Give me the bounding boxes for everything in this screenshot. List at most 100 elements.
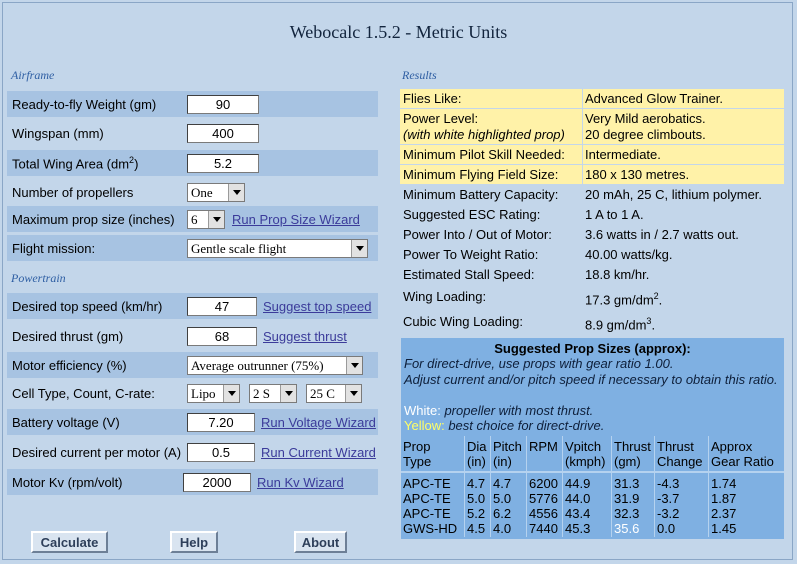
result-key: Power Into / Out of Motor: <box>403 227 552 242</box>
result-key: Suggested ESC Rating: <box>403 207 541 222</box>
prop-table-header: Gear Ratio <box>711 454 774 469</box>
result-value: 18.8 km/hr. <box>585 267 650 282</box>
airframe-heading: Airframe <box>11 68 55 82</box>
mission-select[interactable]: Gentle scale flight <box>187 238 368 258</box>
voltage-label: Battery voltage (V) <box>12 414 120 430</box>
prop-table-cell: 5776 <box>529 491 558 506</box>
prop-table-cell: 32.3 <box>614 506 640 521</box>
prop-table-cell: 6.2 <box>493 506 512 521</box>
thrust-row: Desired thrust (gm) 68 Suggest thrust <box>7 323 378 349</box>
propellers-select[interactable]: One <box>187 182 245 202</box>
voltage-wizard-link[interactable]: Run Voltage Wizard <box>261 415 376 430</box>
result-battery: Minimum Battery Capacity: 20 mAh, 25 C, … <box>400 185 784 204</box>
prop-table-header: Thrust <box>614 439 651 454</box>
result-value: Intermediate. <box>585 147 661 162</box>
mission-row: Flight mission: Gentle scale flight <box>7 235 378 261</box>
prop-legend-yellow: Yellow: best choice for direct-drive. <box>404 418 605 433</box>
wingspan-label: Wingspan (mm) <box>12 125 104 141</box>
prop-table-header: Thrust <box>657 439 694 454</box>
result-value: Advanced Glow Trainer. <box>585 91 724 106</box>
prop-table-header: (gm) <box>614 454 641 469</box>
prop-table-cell: 5.0 <box>467 491 486 506</box>
table-divider <box>654 436 655 537</box>
result-key: Flies Like: <box>403 91 462 106</box>
cell-type-select[interactable]: Lipo <box>187 383 240 403</box>
efficiency-label: Motor efficiency (%) <box>12 357 127 373</box>
chevron-down-icon <box>345 384 361 402</box>
suggest-top-speed-link[interactable]: Suggest top speed <box>263 299 371 314</box>
result-stall-speed: Estimated Stall Speed: 18.8 km/hr. <box>400 265 784 284</box>
prop-table-cell: 5.0 <box>493 491 512 506</box>
chevron-down-icon <box>346 356 362 374</box>
wing-area-row: Total Wing Area (dm2) 5.2 <box>7 150 378 176</box>
page-title: Webocalc 1.5.2 - Metric Units <box>289 22 508 42</box>
current-label: Desired current per motor (A) <box>12 444 182 460</box>
wingspan-input[interactable]: 400 <box>187 123 259 143</box>
prop-table-header: RPM <box>529 439 558 454</box>
prop-table-cell: APC-TE <box>403 506 451 521</box>
result-key-note: (with white highlighted prop) <box>403 127 565 142</box>
prop-note-gear: For direct-drive, use props with gear ra… <box>404 356 674 371</box>
prop-table-header: Approx <box>711 439 753 454</box>
result-value: 17.3 gm/dm2. <box>585 291 663 308</box>
prop-table-cell: 0.0 <box>657 521 676 536</box>
result-flies-like: Flies Like: Advanced Glow Trainer. <box>400 89 784 108</box>
suggest-thrust-link[interactable]: Suggest thrust <box>263 329 347 344</box>
cell-crate-select[interactable]: 25 C <box>306 383 362 403</box>
result-value: 180 x 130 metres. <box>585 167 690 182</box>
table-divider <box>490 436 491 537</box>
current-row: Desired current per motor (A) 0.5 Run Cu… <box>7 439 378 465</box>
top-speed-input[interactable]: 47 <box>187 296 257 316</box>
chevron-down-icon <box>208 210 224 228</box>
about-button[interactable]: About <box>294 531 347 553</box>
prop-table-cell: 1.87 <box>711 491 737 506</box>
weight-input[interactable]: 90 <box>187 94 259 114</box>
prop-table-cell: -4.3 <box>657 476 680 491</box>
prop-size-select[interactable]: 6 <box>187 209 225 229</box>
result-field-size: Minimum Flying Field Size: 180 x 130 met… <box>400 165 784 184</box>
kv-input[interactable]: 2000 <box>183 472 251 492</box>
weight-row: Ready-to-fly Weight (gm) 90 <box>7 91 378 117</box>
efficiency-select[interactable]: Average outrunner (75%) <box>187 355 363 375</box>
prop-table-cell: 1.45 <box>711 521 737 536</box>
prop-table-cell: 2.37 <box>711 506 737 521</box>
wing-area-label: Total Wing Area (dm2) <box>12 154 139 172</box>
prop-table-cell: 7440 <box>529 521 558 536</box>
thrust-input[interactable]: 68 <box>187 326 257 346</box>
prop-size-wizard-link[interactable]: Run Prop Size Wizard <box>232 212 360 227</box>
kv-row: Motor Kv (rpm/volt) 2000 Run Kv Wizard <box>7 469 378 495</box>
help-button[interactable]: Help <box>170 531 218 553</box>
voltage-row: Battery voltage (V) 7.20 Run Voltage Wiz… <box>7 409 378 435</box>
voltage-input[interactable]: 7.20 <box>187 412 255 432</box>
chevron-down-icon <box>223 384 239 402</box>
prop-table-cell: 44.9 <box>565 476 591 491</box>
prop-table-cell: 4556 <box>529 506 558 521</box>
propellers-label: Number of propellers <box>12 184 134 200</box>
result-pilot-skill: Minimum Pilot Skill Needed: Intermediate… <box>400 145 784 164</box>
kv-wizard-link[interactable]: Run Kv Wizard <box>257 475 344 490</box>
prop-table-cell: 43.4 <box>565 506 591 521</box>
mission-label: Flight mission: <box>12 240 96 256</box>
prop-legend-white: White: propeller with most thrust. <box>404 403 594 418</box>
prop-table-header: (in) <box>467 454 486 469</box>
chevron-down-icon <box>280 384 296 402</box>
top-speed-row: Desired top speed (km/hr) 47 Suggest top… <box>7 293 378 319</box>
wing-area-input[interactable]: 5.2 <box>187 153 259 173</box>
efficiency-row: Motor efficiency (%) Average outrunner (… <box>7 352 378 378</box>
table-divider <box>401 471 784 473</box>
current-wizard-link[interactable]: Run Current Wizard <box>261 445 376 460</box>
cell-count-select[interactable]: 2 S <box>249 383 297 403</box>
chevron-down-icon <box>351 239 367 257</box>
result-key: Power To Weight Ratio: <box>403 247 539 262</box>
table-divider <box>526 436 527 537</box>
prop-note-adjust: Adjust current and/or pitch speed if nec… <box>404 372 778 387</box>
cell-row: Cell Type, Count, C-rate: Lipo 2 S 25 C <box>7 380 378 406</box>
prop-table-cell: -3.2 <box>657 506 680 521</box>
calculate-button[interactable]: Calculate <box>31 531 108 553</box>
result-key: Estimated Stall Speed: <box>403 267 535 282</box>
current-input[interactable]: 0.5 <box>187 442 255 462</box>
prop-table-cell: 35.6 <box>614 521 640 536</box>
prop-table-cell: 44.0 <box>565 491 591 506</box>
wingspan-row: Wingspan (mm) 400 <box>7 120 378 146</box>
results-heading: Results <box>402 68 437 82</box>
